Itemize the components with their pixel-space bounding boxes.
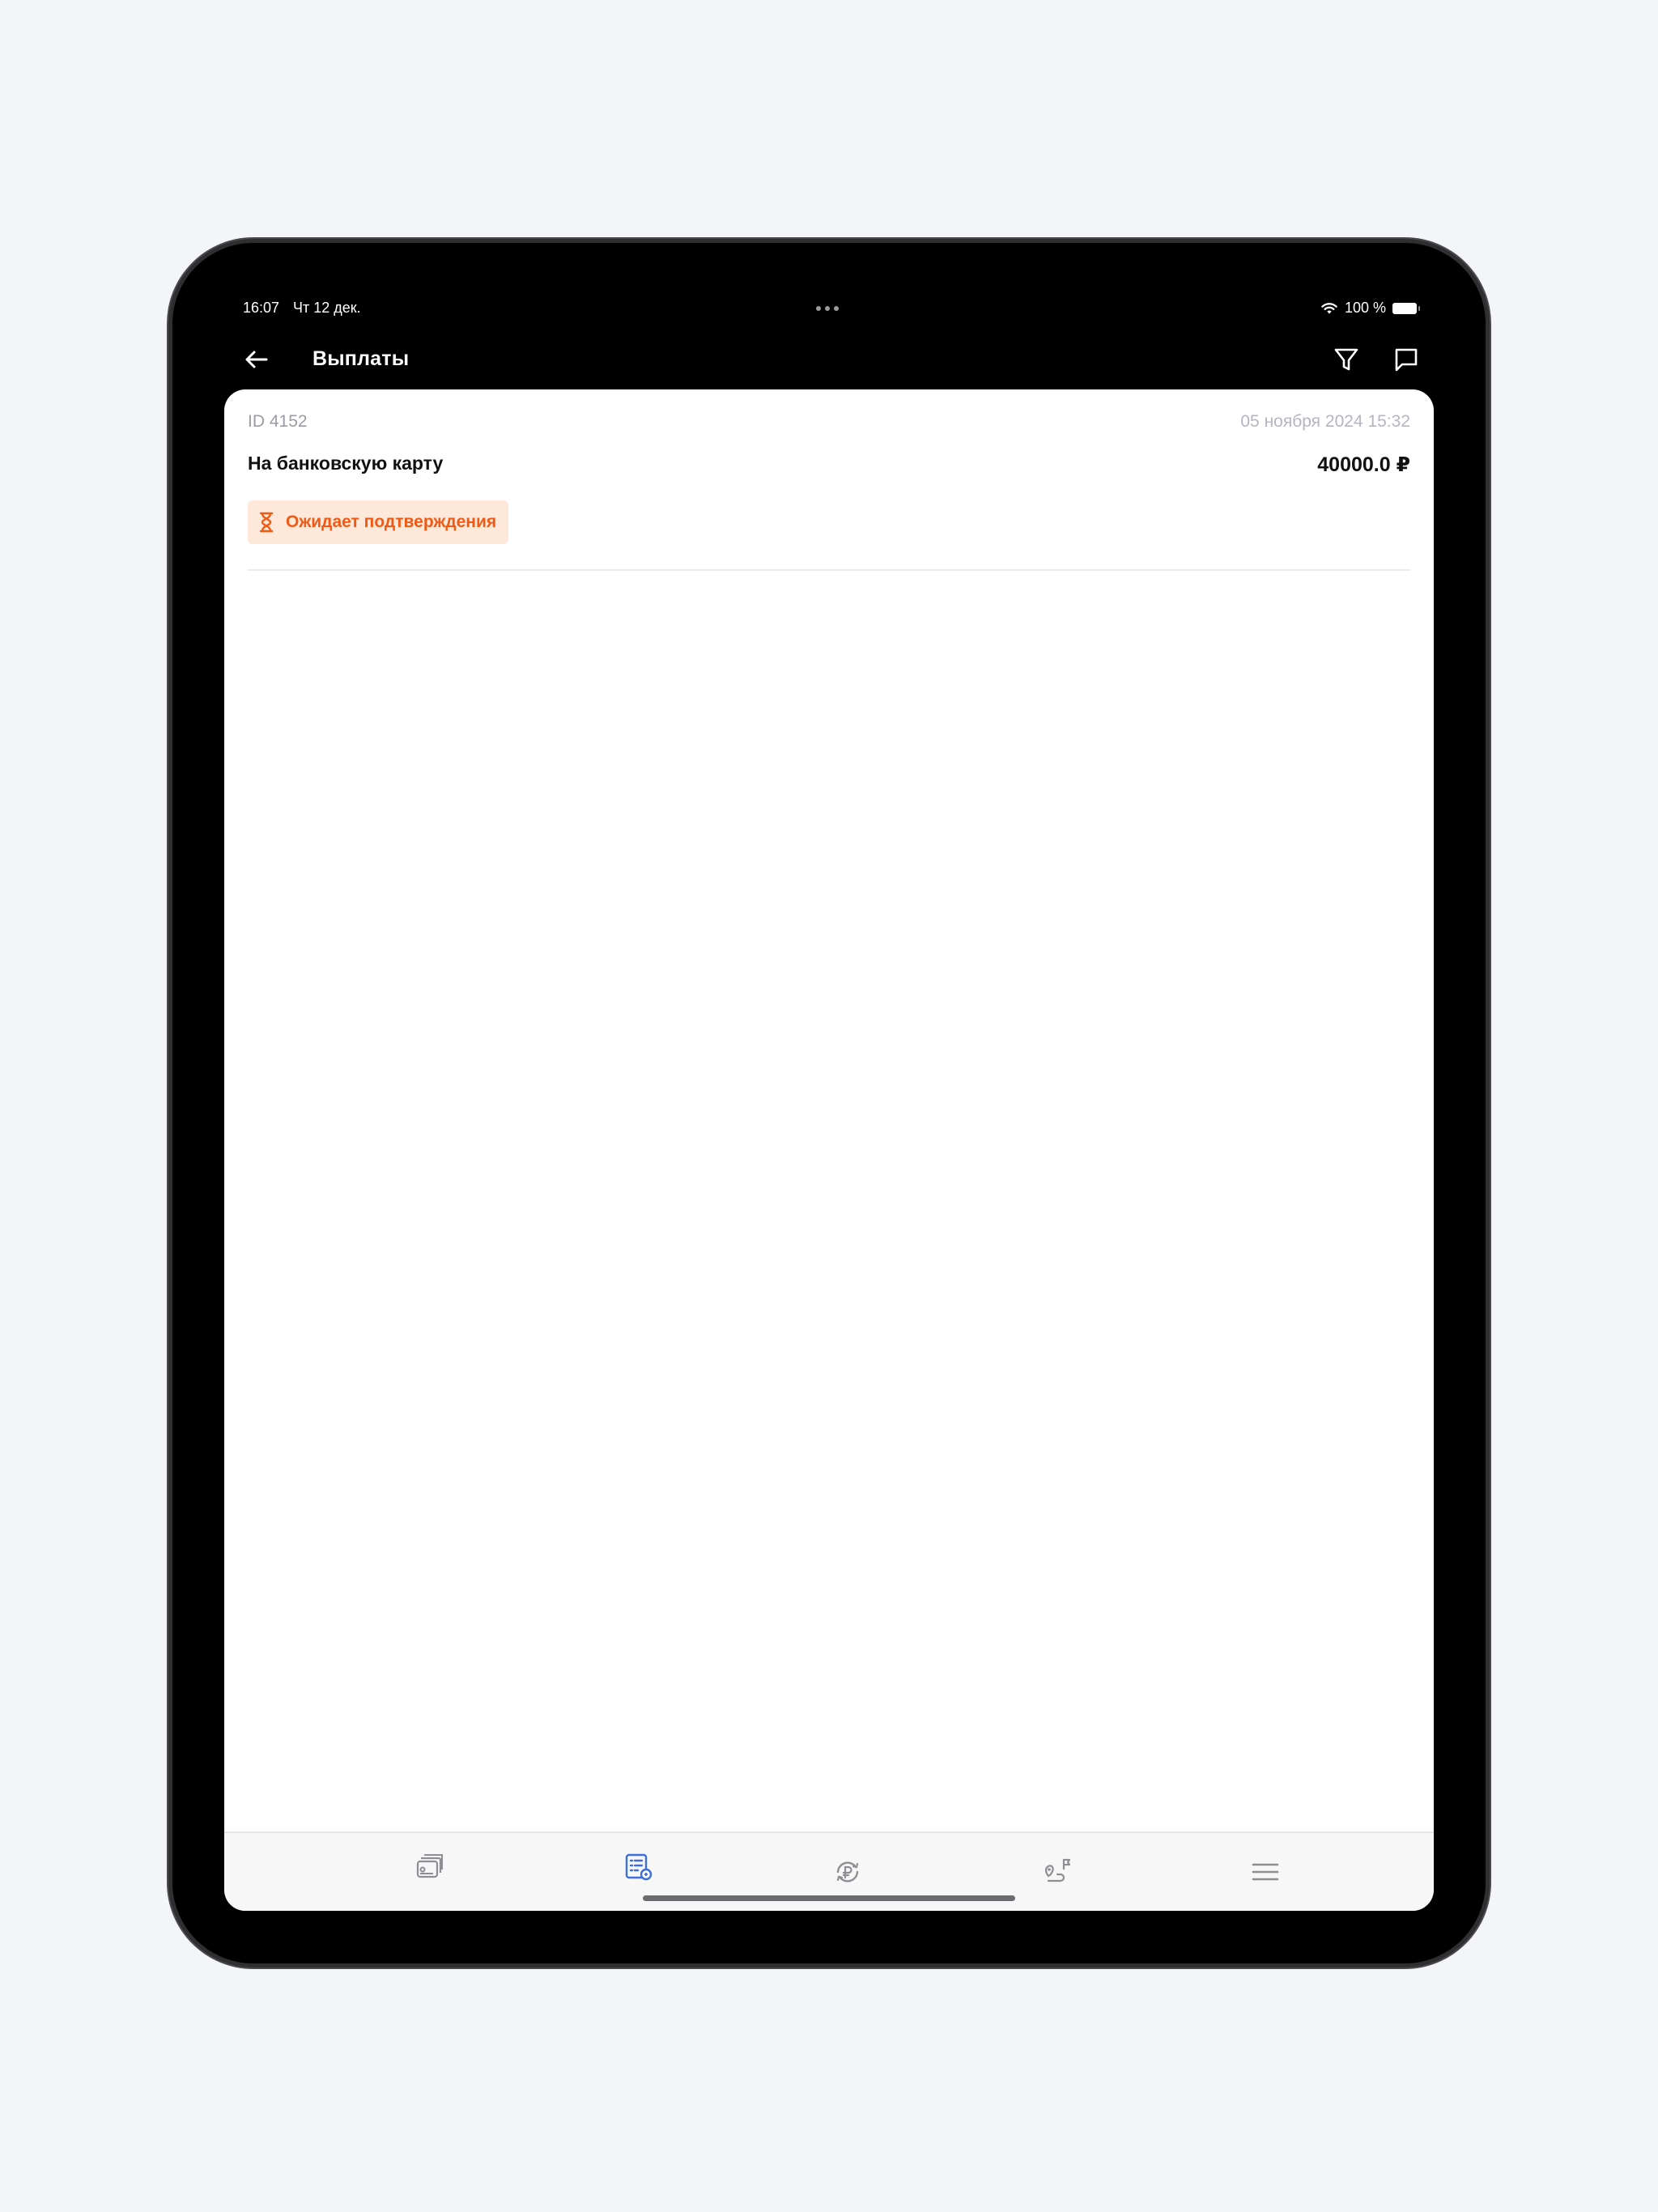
payout-amount: 40000.0 ₽	[1317, 453, 1410, 476]
filter-icon	[1334, 348, 1358, 371]
chat-button[interactable]	[1392, 345, 1421, 374]
hourglass-icon	[259, 512, 274, 533]
volume-down-button	[1486, 442, 1491, 502]
payout-list-item[interactable]: ID 4152 05 ноября 2024 15:32 На банковск…	[248, 389, 1410, 571]
payouts-list-icon	[625, 1853, 653, 1881]
page-title: Выплаты	[312, 347, 410, 370]
home-indicator[interactable]	[643, 1895, 1015, 1901]
tab-exchange[interactable]	[828, 1853, 867, 1891]
status-bar: 16:07 Чт 12 дек. 100 %	[243, 300, 1420, 319]
tab-menu[interactable]	[1246, 1853, 1285, 1891]
status-badge: Ожидает подтверждения	[248, 500, 509, 544]
tab-bar	[224, 1831, 1434, 1911]
status-right: 100 %	[1320, 300, 1420, 317]
status-date: Чт 12 дек.	[293, 300, 361, 316]
ruble-exchange-icon	[836, 1861, 859, 1882]
payout-id: ID 4152	[248, 412, 308, 431]
menu-icon	[1252, 1863, 1279, 1881]
tab-cards[interactable]	[410, 1848, 449, 1887]
battery-icon	[1392, 302, 1420, 314]
back-button[interactable]	[242, 345, 271, 374]
content-screen: ID 4152 05 ноября 2024 15:32 На банковск…	[224, 389, 1434, 1911]
payout-type: На банковскую карту	[248, 453, 444, 474]
status-time: 16:07	[243, 300, 280, 316]
tab-payouts[interactable]	[619, 1848, 657, 1887]
filter-button[interactable]	[1332, 345, 1361, 374]
payout-date: 05 ноября 2024 15:32	[1240, 412, 1410, 431]
status-text: Ожидает подтверждения	[286, 513, 497, 531]
volume-up-button	[1486, 377, 1491, 437]
wifi-icon	[1321, 302, 1337, 313]
back-arrow-icon	[245, 351, 268, 368]
route-icon	[1044, 1858, 1071, 1882]
multitasking-dots-icon[interactable]	[816, 306, 839, 311]
chat-icon	[1395, 348, 1418, 372]
cards-icon	[416, 1854, 443, 1878]
navigation-bar: Выплаты	[224, 338, 1434, 379]
battery-percent: 100 %	[1344, 300, 1386, 316]
tab-route[interactable]	[1037, 1853, 1076, 1891]
